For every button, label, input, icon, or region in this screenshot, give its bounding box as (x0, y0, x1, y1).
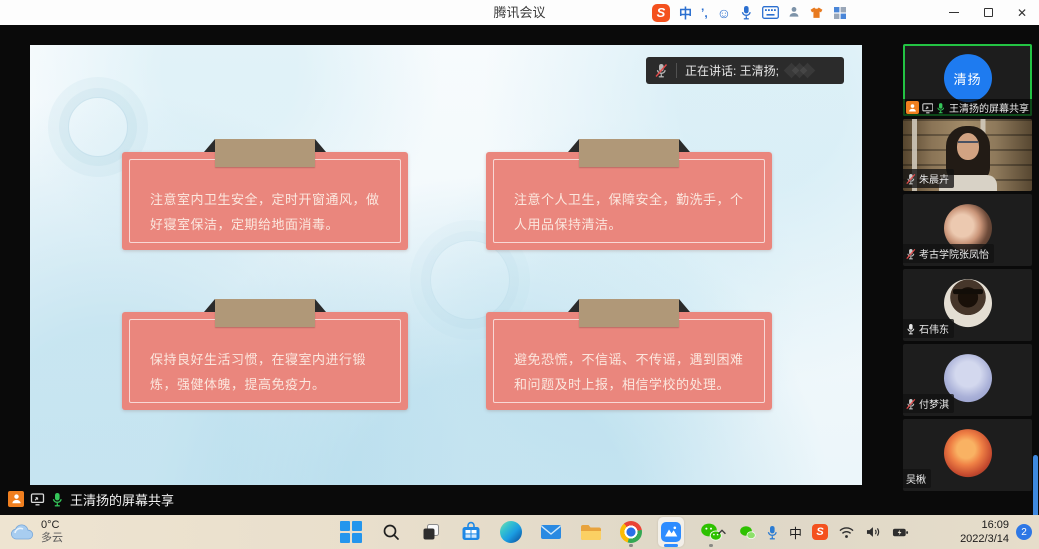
card-text: 保持良好生活习惯，在寝室内进行锻炼，强健体魄，提高免疫力。 (150, 348, 386, 399)
participant-name: 朱晨卉 (919, 171, 949, 186)
watercolor-ripple (430, 240, 510, 320)
skin-icon[interactable] (809, 6, 824, 20)
watercolor-ripple (68, 97, 128, 157)
mic-muted-icon (906, 248, 916, 260)
participant-tile-wuqiu[interactable]: 吴楸 (903, 419, 1032, 491)
user-icon[interactable] (788, 6, 800, 19)
toolbox-icon[interactable] (833, 6, 847, 20)
punctuation-icon[interactable]: ’, (701, 6, 708, 20)
wifi-icon[interactable] (838, 525, 855, 539)
participant-tile-wangqingyang[interactable]: 清扬 王清扬的屏幕共享 (903, 44, 1032, 116)
mic-on-icon (51, 492, 64, 507)
watermark-diamonds (789, 65, 813, 76)
edge-icon[interactable] (498, 517, 524, 547)
lang-indicator[interactable]: 中 (679, 3, 692, 22)
presenter-icon (906, 101, 919, 114)
mic-muted-icon (906, 398, 916, 410)
screen-share-icon (922, 102, 934, 114)
mic-muted-icon (655, 63, 668, 78)
participant-name: 王清扬的屏幕共享 (949, 100, 1029, 115)
sidebar-scrollbar[interactable] (1033, 455, 1038, 523)
wechat-tray-icon[interactable] (739, 525, 756, 540)
file-explorer-icon[interactable] (578, 517, 604, 547)
screen-share-bar: 王清扬的屏幕共享 (0, 485, 862, 513)
cloud-icon (10, 524, 34, 540)
participant-label: 朱晨卉 (903, 169, 954, 188)
taskbar-clock[interactable]: 16:09 2022/3/14 (960, 515, 1009, 549)
card-tab (579, 299, 679, 327)
clock-date: 2022/3/14 (960, 532, 1009, 546)
card-text: 注意个人卫生，保障安全，勤洗手，个人用品保持清洁。 (514, 188, 750, 239)
participant-tile-zhuchenhui[interactable]: 朱晨卉 (903, 119, 1032, 191)
tencent-meeting-taskbar-icon[interactable] (658, 517, 684, 547)
start-button[interactable] (338, 517, 364, 547)
microphone-tray-icon[interactable] (766, 525, 779, 540)
clock-time: 16:09 (960, 518, 1009, 532)
shared-screen-slide: 注意室内卫生安全，定时开窗通风，做好寝室保洁，定期给地面消毒。 注意个人卫生，保… (30, 45, 862, 485)
participant-label: 付梦淇 (903, 394, 954, 413)
battery-icon[interactable] (892, 526, 909, 539)
avatar (944, 429, 992, 477)
slide-card-1: 注意室内卫生安全，定时开窗通风，做好寝室保洁，定期给地面消毒。 (122, 152, 408, 250)
weather-condition: 多云 (41, 532, 63, 545)
maximize-button[interactable] (971, 0, 1005, 25)
participant-label: 考古学院张凤怡 (903, 244, 994, 263)
minimize-button[interactable] (937, 0, 971, 25)
microsoft-store-icon[interactable] (458, 517, 484, 547)
notification-count-badge[interactable]: 2 (1016, 524, 1032, 540)
mail-icon[interactable] (538, 517, 564, 547)
card-text: 避免恐慌，不信谣、不传谣，遇到困难和问题及时上报，相信学校的处理。 (514, 348, 750, 399)
tencent-meeting-window: 腾讯会议 S 中 ’, ☺ ✕ (0, 0, 1039, 549)
share-bar-label: 王清扬的屏幕共享 (70, 490, 174, 509)
tile-status-bar: 王清扬的屏幕共享 (903, 99, 1032, 116)
microphone-icon[interactable] (740, 5, 753, 20)
participant-tile-shiweidong[interactable]: 石伟东 (903, 269, 1032, 341)
emoji-icon[interactable]: ☺ (717, 5, 731, 21)
taskbar-app-icons (338, 515, 724, 549)
participant-tile-fumengqi[interactable]: 付梦淇 (903, 344, 1032, 416)
meeting-stage: 注意室内卫生安全，定时开窗通风，做好寝室保洁，定期给地面消毒。 注意个人卫生，保… (0, 25, 1039, 515)
participant-label: 石伟东 (903, 319, 954, 338)
participant-tile-zhangfengyi[interactable]: 考古学院张凤怡 (903, 194, 1032, 266)
sogou-tray-icon[interactable]: S (812, 524, 828, 540)
slide-card-4: 避免恐慌，不信谣、不传谣，遇到困难和问题及时上报，相信学校的处理。 (486, 312, 772, 410)
close-button[interactable]: ✕ (1005, 0, 1039, 25)
mic-muted-icon (906, 173, 916, 185)
participant-name: 付梦淇 (919, 396, 949, 411)
volume-icon[interactable] (865, 525, 882, 539)
card-tab (579, 139, 679, 167)
sogou-logo-icon[interactable]: S (652, 4, 670, 22)
windows-taskbar: 0°C 多云 (0, 515, 1039, 549)
presenter-icon (8, 491, 24, 507)
input-language-indicator[interactable]: 中 (789, 523, 802, 542)
mic-on-icon (906, 323, 916, 335)
active-speaker-text: 正在讲话: 王清扬; (685, 62, 779, 79)
card-tab (215, 299, 315, 327)
slide-card-3: 保持良好生活习惯，在寝室内进行锻炼，强健体魄，提高免疫力。 (122, 312, 408, 410)
participant-name: 石伟东 (919, 321, 949, 336)
participant-label: 吴楸 (903, 469, 931, 488)
window-controls: ✕ (937, 0, 1039, 25)
window-title: 腾讯会议 (0, 0, 1039, 25)
sogou-ime-toolbar: S 中 ’, ☺ (652, 0, 847, 25)
active-speaker-banner: 正在讲话: 王清扬; (646, 57, 844, 84)
slide-card-2: 注意个人卫生，保障安全，勤洗手，个人用品保持清洁。 (486, 152, 772, 250)
card-tab (215, 139, 315, 167)
keyboard-icon[interactable] (762, 6, 779, 19)
task-view-button[interactable] (418, 517, 444, 547)
chrome-icon[interactable] (618, 517, 644, 547)
card-text: 注意室内卫生安全，定时开窗通风，做好寝室保洁，定期给地面消毒。 (150, 188, 386, 239)
hidden-icons-chevron[interactable] (715, 526, 729, 538)
screen-share-icon (30, 492, 45, 506)
weather-temperature: 0°C (41, 519, 63, 532)
mic-on-icon (936, 102, 946, 114)
window-titlebar[interactable]: 腾讯会议 S 中 ’, ☺ ✕ (0, 0, 1039, 25)
search-button[interactable] (378, 517, 404, 547)
participant-name: 吴楸 (906, 471, 926, 486)
avatar: 清扬 (944, 54, 992, 102)
taskbar-weather-widget[interactable]: 0°C 多云 (10, 515, 63, 549)
participant-name: 考古学院张凤怡 (919, 246, 989, 261)
system-tray: 中 S (715, 515, 909, 549)
divider (676, 63, 677, 78)
